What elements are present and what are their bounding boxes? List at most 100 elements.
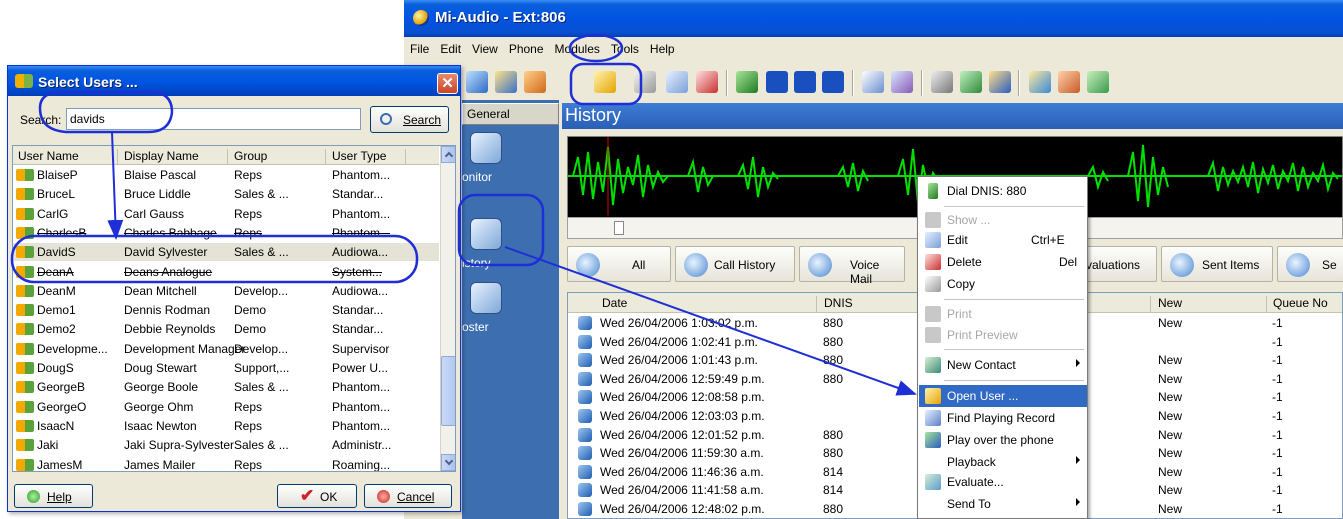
refresh-icon[interactable] bbox=[466, 71, 488, 93]
help-button-label: Help bbox=[47, 490, 72, 504]
menu-item-delete[interactable]: Delete Del bbox=[919, 251, 1087, 273]
nav-item-roster[interactable]: oster bbox=[462, 282, 559, 352]
user-row[interactable]: JamesM James Mailer Reps Roaming... bbox=[13, 456, 439, 471]
user-icon[interactable] bbox=[524, 71, 546, 93]
play-icon[interactable] bbox=[766, 71, 788, 93]
user-settings-icon[interactable] bbox=[1058, 71, 1080, 93]
tab-sent-items[interactable]: Sent Items bbox=[1161, 246, 1273, 282]
tab-voice-mail[interactable]: Voice Mail bbox=[799, 246, 905, 286]
menu-tools[interactable]: Tools bbox=[605, 40, 644, 56]
column-queue-no[interactable]: Queue No bbox=[1273, 296, 1328, 310]
tab-call-history[interactable]: Call History bbox=[675, 246, 795, 282]
user-row[interactable]: IsaacN Isaac Newton Reps Phantom... bbox=[13, 417, 439, 435]
slider-thumb[interactable] bbox=[614, 221, 624, 235]
menu-phone[interactable]: Phone bbox=[503, 40, 549, 56]
user-row[interactable]: GeorgeB George Boole Sales & ... Phantom... bbox=[13, 378, 439, 396]
menu-item-dial[interactable]: Dial DNIS: 880 bbox=[919, 180, 1087, 202]
selected-user-row[interactable]: DavidS David Sylvester Sales & ... Audiowa.… bbox=[13, 243, 439, 262]
ok-button[interactable]: ✔ OK bbox=[277, 484, 357, 508]
menu-item-send-to[interactable]: Send To bbox=[919, 493, 1087, 515]
user-row[interactable]: CarlG Carl Gauss Reps Phantom... bbox=[13, 205, 439, 223]
user-row[interactable]: DougS Doug Stewart Support,... Power U... bbox=[13, 359, 439, 377]
menu-item-edit[interactable]: Edit Ctrl+E bbox=[919, 229, 1087, 251]
menu-view[interactable]: View bbox=[466, 40, 503, 56]
cell-date: Wed 26/04/2006 11:46:36 a.m. bbox=[600, 464, 764, 479]
menu-edit[interactable]: Edit bbox=[434, 40, 466, 56]
search-button[interactable]: Search bbox=[370, 106, 449, 133]
user-row[interactable]: Jaki Jaki Supra-Sylvester Sales & ... Admin… bbox=[13, 436, 439, 454]
column-date[interactable]: Date bbox=[602, 296, 627, 310]
user-row[interactable]: DeanA Deans Analogue System... bbox=[13, 263, 439, 281]
navigation-pane: General onitor istory oster bbox=[462, 100, 559, 519]
menu-bar: File Edit View Phone Modules Tools Help bbox=[404, 40, 1343, 60]
column-user-type[interactable]: User Type bbox=[332, 149, 386, 163]
shield-icon[interactable] bbox=[960, 71, 982, 93]
column-user-name[interactable]: User Name bbox=[18, 149, 79, 163]
tab-evaluations[interactable]: valuations bbox=[1077, 246, 1157, 282]
user-row[interactable]: CharlesB Charles Babbage Reps Phantom... bbox=[13, 224, 439, 242]
edit-icon[interactable] bbox=[666, 71, 688, 93]
scroll-up-button[interactable] bbox=[441, 146, 455, 163]
cell-queue-no: -1 bbox=[1272, 334, 1283, 349]
menu-item-playback[interactable]: Playback bbox=[919, 451, 1087, 473]
user-row[interactable]: Demo2 Debbie Reynolds Demo Standar... bbox=[13, 320, 439, 338]
nav-item-history[interactable]: istory bbox=[462, 218, 559, 288]
menu-file[interactable]: File bbox=[404, 40, 434, 56]
user-icon bbox=[16, 342, 34, 355]
column-display-name[interactable]: Display Name bbox=[124, 149, 199, 163]
menu-item-new-contact[interactable]: New Contact bbox=[919, 354, 1087, 376]
tools-icon[interactable] bbox=[931, 71, 953, 93]
menu-item-print[interactable]: Print bbox=[919, 303, 1087, 325]
exit-icon[interactable] bbox=[1087, 71, 1109, 93]
menu-modules[interactable]: Modules bbox=[549, 40, 605, 56]
nav-item-monitor[interactable]: onitor bbox=[462, 132, 559, 202]
rewind-icon[interactable] bbox=[822, 71, 844, 93]
menu-item-evaluate[interactable]: Evaluate... bbox=[919, 471, 1087, 493]
menu-item-find-playing-record[interactable]: Find Playing Record bbox=[919, 407, 1087, 429]
scroll-thumb[interactable] bbox=[441, 356, 455, 426]
star-icon[interactable] bbox=[495, 71, 517, 93]
monitor-icon[interactable] bbox=[891, 71, 913, 93]
menu-item-open-user[interactable]: Open User ... bbox=[919, 385, 1087, 407]
user-row[interactable]: Developme... Development Manager Develop..… bbox=[13, 340, 439, 358]
stop-icon[interactable] bbox=[794, 71, 816, 93]
sync-icon[interactable] bbox=[989, 71, 1011, 93]
user-row[interactable]: GeorgeO George Ohm Reps Phantom... bbox=[13, 398, 439, 416]
menu-separator bbox=[944, 299, 1084, 300]
search-input[interactable] bbox=[66, 108, 361, 130]
checklist-icon[interactable] bbox=[862, 71, 884, 93]
menu-help[interactable]: Help bbox=[644, 40, 680, 56]
nav-header[interactable]: General bbox=[462, 103, 559, 125]
open-user-icon[interactable] bbox=[594, 71, 616, 93]
menu-item-print-preview[interactable]: Print Preview bbox=[919, 324, 1087, 346]
cell-date: Wed 26/04/2006 11:41:58 a.m. bbox=[600, 483, 764, 498]
delete-icon[interactable] bbox=[696, 71, 718, 93]
user-row[interactable]: BlaiseP Blaise Pascal Reps Phantom... bbox=[13, 166, 439, 184]
cell-display-name: Deans Analogue bbox=[124, 264, 213, 279]
cancel-button[interactable]: Cancel bbox=[364, 484, 452, 508]
users-list: User Name Display Name Group User Type B… bbox=[12, 145, 456, 472]
tab-all[interactable]: All bbox=[567, 246, 671, 282]
column-dnis[interactable]: DNIS bbox=[824, 296, 853, 310]
cell-dnis: 880 bbox=[823, 427, 844, 442]
menu-item-copy[interactable]: Copy bbox=[919, 273, 1087, 295]
cell-display-name: Development Manager bbox=[124, 341, 246, 356]
cell-group: Sales & ... bbox=[234, 187, 289, 202]
window-icon[interactable] bbox=[1029, 71, 1051, 93]
phone-icon[interactable] bbox=[736, 71, 758, 93]
help-button[interactable]: Help bbox=[14, 484, 93, 508]
user-row[interactable]: BruceL Bruce Liddle Sales & ... Standar... bbox=[13, 185, 439, 203]
user-row[interactable]: DeanM Dean Mitchell Develop... Audiowa... bbox=[13, 282, 439, 300]
close-button[interactable]: ✕ bbox=[437, 73, 458, 94]
menu-item-show[interactable]: Show ... bbox=[919, 209, 1087, 231]
history-nav-icon bbox=[470, 218, 502, 250]
users-list-scrollbar[interactable] bbox=[440, 146, 455, 471]
user-row[interactable]: Demo1 Dennis Rodman Demo Standar... bbox=[13, 301, 439, 319]
column-group[interactable]: Group bbox=[234, 149, 267, 163]
column-new[interactable]: New bbox=[1158, 296, 1182, 310]
scroll-down-button[interactable] bbox=[441, 454, 455, 471]
tab-search[interactable]: Se bbox=[1277, 246, 1343, 282]
list-icon[interactable] bbox=[634, 71, 656, 93]
menu-item-play-over-phone[interactable]: Play over the phone bbox=[919, 429, 1087, 451]
menu-label: Send To bbox=[947, 497, 991, 511]
